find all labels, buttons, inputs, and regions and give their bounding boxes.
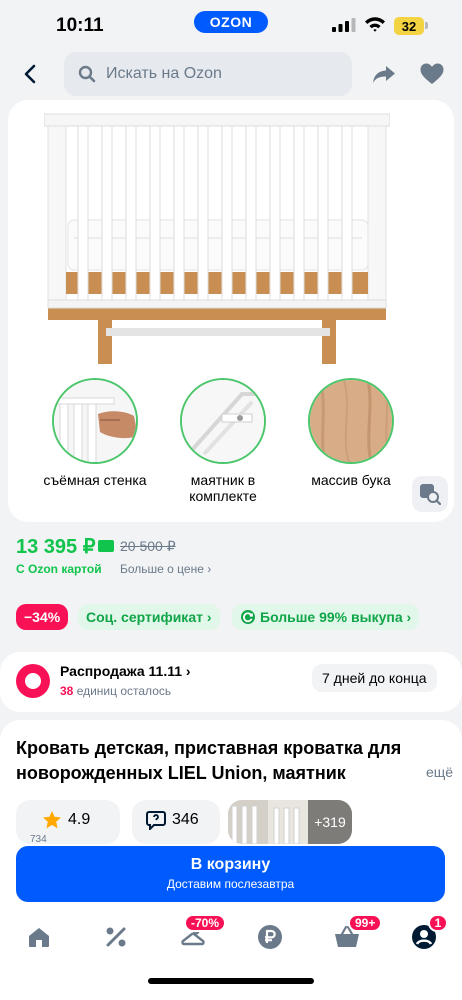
- ozon-logo: OZON: [194, 11, 268, 33]
- reviews-chip[interactable]: 346: [132, 800, 220, 844]
- tab-home[interactable]: [24, 922, 54, 952]
- battery-tip: [425, 22, 428, 29]
- feature-label-removable-wall: съёмная стенка: [43, 472, 147, 488]
- units-left-count: 38: [60, 684, 74, 698]
- feature-pendulum-thumb[interactable]: [180, 378, 266, 464]
- current-price: 13 395 ₽: [16, 536, 96, 558]
- wifi-icon: [365, 17, 385, 32]
- battery-indicator: 32: [394, 17, 424, 35]
- units-left: 38 единиц осталось: [60, 684, 171, 698]
- favorite-heart-icon[interactable]: [418, 60, 446, 88]
- ruble-icon: [258, 925, 282, 949]
- rating-count: 734: [30, 834, 47, 844]
- product-page: 10:11 OZON 32 Искать на Ozon съёмная сте…: [0, 0, 462, 1000]
- add-to-cart-label: В корзину: [190, 856, 271, 873]
- feature-beech-thumb[interactable]: [308, 378, 394, 464]
- search-icon: [78, 65, 96, 83]
- product-title: Кровать детская, приставная кроватка для…: [16, 738, 402, 783]
- pendulum-image: [182, 380, 264, 462]
- feature-label-pendulum: маятник в комплекте: [189, 472, 257, 504]
- price-details-link[interactable]: Больше о цене ›: [120, 562, 211, 576]
- clock: 10:11: [56, 15, 104, 36]
- home-icon: [29, 928, 49, 947]
- feature-removable-wall-thumb[interactable]: [52, 378, 138, 464]
- price-block: 13 395 ₽ 20 500 ₽ С Ozon картой Больше о…: [16, 534, 446, 582]
- question-bubble-icon: [146, 811, 166, 830]
- rating-chip[interactable]: 4.9 734: [16, 800, 120, 844]
- beech-wood-texture-image: [310, 380, 392, 462]
- ozon-card-icon: [98, 540, 114, 552]
- tab-promotions[interactable]: [101, 922, 131, 952]
- percent-icon: [106, 927, 126, 947]
- buyout-rate-chip[interactable]: Больше 99% выкупа ›: [232, 604, 420, 630]
- bottom-tab-bar: -70% 99+ 1: [0, 906, 462, 1000]
- product-gallery[interactable]: съёмная стенка маятник в комплекте масси…: [8, 100, 454, 522]
- sale-icon: [16, 664, 50, 698]
- profile-badge: 1: [428, 914, 448, 932]
- social-certificate-chip[interactable]: Соц. сертификат ›: [78, 604, 220, 630]
- status-bar: 10:11 OZON 32: [0, 0, 462, 52]
- crib-image[interactable]: [44, 110, 390, 366]
- back-button[interactable]: [16, 60, 44, 88]
- add-to-cart-button[interactable]: В корзину Доставим послезавтра: [16, 846, 445, 902]
- refresh-icon: [241, 610, 255, 624]
- ozon-card-label: С Ozon картой: [16, 562, 102, 576]
- visual-search-button[interactable]: [412, 476, 448, 512]
- discount-badge: −34%: [16, 604, 69, 630]
- sale-title: Распродажа 11.11 ›: [60, 663, 191, 679]
- tab-finance[interactable]: [255, 922, 285, 952]
- chevron-left-icon: [24, 64, 36, 84]
- cart-badge: 99+: [348, 914, 383, 932]
- delivery-label: Доставим послезавтра: [166, 877, 295, 891]
- promo-badge: -70%: [184, 914, 227, 932]
- search-input[interactable]: Искать на Ozon: [64, 52, 352, 96]
- home-indicator: [148, 978, 314, 984]
- image-search-icon: [420, 484, 441, 505]
- share-icon[interactable]: [370, 60, 398, 88]
- sale-countdown: 7 дней до конца: [312, 664, 437, 692]
- search-placeholder: Искать на Ozon: [106, 65, 222, 82]
- cellular-signal-icon: [332, 18, 356, 32]
- feature-label-beech: массив бука: [311, 472, 391, 488]
- customer-photos[interactable]: +319: [228, 800, 352, 844]
- top-navigation: Искать на Ozon: [0, 52, 462, 98]
- sale-banner[interactable]: Распродажа 11.11 › 38 единиц осталось 7 …: [0, 652, 462, 712]
- more-photos-count: +319: [308, 800, 352, 844]
- star-icon: [43, 811, 61, 829]
- title-more-link[interactable]: ещё: [412, 764, 454, 780]
- rating-value: 4.9: [68, 811, 91, 828]
- old-price: 20 500 ₽: [120, 538, 176, 554]
- removable-wall-image: [54, 380, 136, 462]
- units-left-text: единиц осталось: [73, 684, 172, 698]
- buyout-rate-text: Больше 99% выкупа ›: [260, 609, 412, 625]
- reviews-count: 346: [172, 811, 199, 828]
